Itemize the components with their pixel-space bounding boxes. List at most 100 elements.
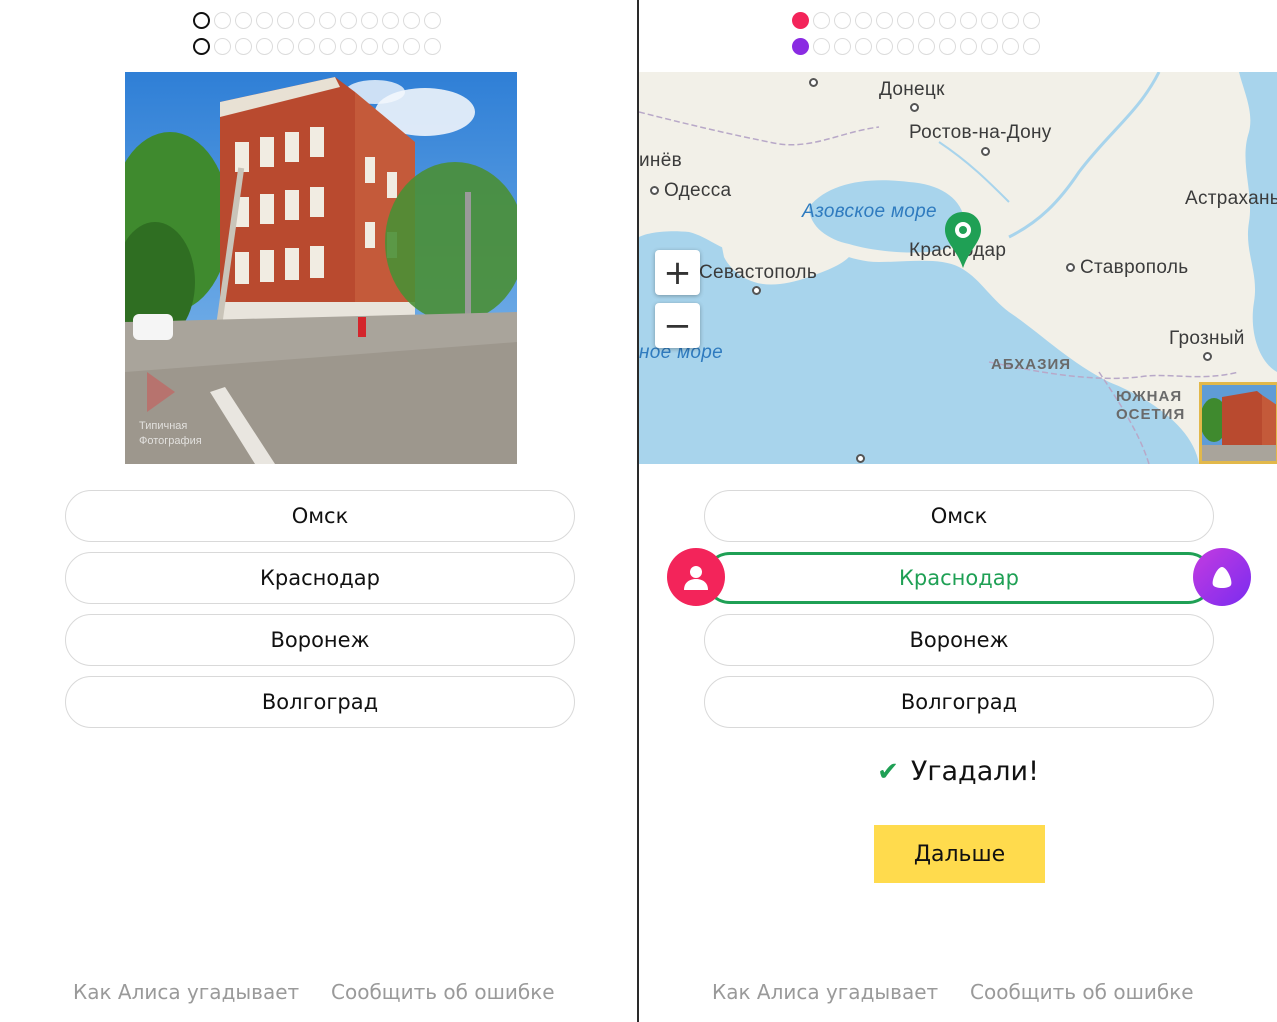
progress-dot bbox=[256, 12, 273, 29]
option-voronezh-button[interactable]: Воронеж bbox=[65, 614, 575, 666]
map-label-sevastopol: Севастополь bbox=[699, 262, 818, 283]
map-label-south-ossetia-1: ЮЖНАЯ bbox=[1116, 388, 1183, 405]
progress-dot bbox=[939, 38, 956, 55]
progress-dot bbox=[361, 38, 378, 55]
watermark-text-1: Типичная bbox=[139, 420, 187, 432]
progress-dot bbox=[834, 12, 851, 29]
map-label-astrakhan: Астрахань bbox=[1185, 188, 1277, 209]
progress-dot bbox=[876, 38, 893, 55]
progress-dot bbox=[403, 12, 420, 29]
map-label-rostov: Ростов-на-Дону bbox=[909, 122, 1052, 143]
progress-dot bbox=[813, 12, 830, 29]
zoom-in-button[interactable]: + bbox=[655, 250, 700, 295]
progress-dot bbox=[319, 12, 336, 29]
progress-dot bbox=[235, 12, 252, 29]
zoom-out-button[interactable]: − bbox=[655, 303, 700, 348]
progress-dot bbox=[298, 38, 315, 55]
report-error-link[interactable]: Сообщить об ошибке bbox=[970, 980, 1194, 1004]
progress-dot-current bbox=[792, 12, 809, 29]
question-screen: Типичная Фотография Омск Краснодар Ворон… bbox=[0, 0, 638, 1022]
progress-dot bbox=[1023, 12, 1040, 29]
progress-dot bbox=[1023, 38, 1040, 55]
progress-dot bbox=[214, 12, 231, 29]
report-error-link[interactable]: Сообщить об ошибке bbox=[331, 980, 555, 1004]
progress-dot bbox=[960, 12, 977, 29]
progress-dot bbox=[855, 38, 872, 55]
progress-dot bbox=[277, 12, 294, 29]
progress-dot bbox=[834, 38, 851, 55]
city-marker bbox=[910, 103, 919, 112]
progress-dot bbox=[235, 38, 252, 55]
progress-dot bbox=[897, 12, 914, 29]
alice-avatar-icon bbox=[1193, 548, 1251, 606]
city-marker bbox=[809, 78, 818, 87]
progress-dot bbox=[813, 38, 830, 55]
location-pin-icon bbox=[943, 210, 983, 270]
result-message: ✔ Угадали! bbox=[639, 756, 1277, 787]
progress-dot bbox=[897, 38, 914, 55]
watermark-text-2: Фотография bbox=[139, 435, 202, 447]
progress-dot bbox=[340, 38, 357, 55]
city-marker bbox=[650, 186, 659, 195]
option-omsk-button[interactable]: Омск bbox=[65, 490, 575, 542]
next-button[interactable]: Дальше bbox=[874, 825, 1045, 883]
city-marker bbox=[856, 454, 865, 463]
option-voronezh-button[interactable]: Воронеж bbox=[704, 614, 1214, 666]
city-marker bbox=[1066, 263, 1075, 272]
map-label-donetsk: Донецк bbox=[879, 79, 945, 100]
progress-dot bbox=[382, 12, 399, 29]
progress-dot bbox=[361, 12, 378, 29]
progress-row-alice bbox=[639, 38, 1237, 55]
progress-dot bbox=[319, 38, 336, 55]
progress-dot bbox=[214, 38, 231, 55]
user-avatar-icon bbox=[667, 548, 725, 606]
progress-dot-current bbox=[193, 38, 210, 55]
map-view[interactable]: Донецк Ростов-на-Дону инёв Одесса Астрах… bbox=[639, 72, 1277, 464]
progress-dot bbox=[424, 38, 441, 55]
answer-screen: Донецк Ростов-на-Дону инёв Одесса Астрах… bbox=[639, 0, 1277, 1022]
map-label-grozny: Грозный bbox=[1169, 328, 1245, 349]
progress-dot bbox=[876, 12, 893, 29]
progress-dot bbox=[855, 12, 872, 29]
progress-dot bbox=[960, 38, 977, 55]
city-marker bbox=[1203, 352, 1212, 361]
progress-dot bbox=[1002, 12, 1019, 29]
progress-dot-current bbox=[193, 12, 210, 29]
progress-row-user bbox=[639, 12, 1237, 29]
option-omsk-button[interactable]: Омск bbox=[704, 490, 1214, 542]
map-label-stavropol: Ставрополь bbox=[1080, 257, 1189, 278]
progress-dot bbox=[981, 12, 998, 29]
option-volgograd-button[interactable]: Волгоград bbox=[704, 676, 1214, 728]
progress-dot bbox=[918, 12, 935, 29]
street-photo: Типичная Фотография bbox=[125, 72, 517, 464]
progress-dot-current bbox=[792, 38, 809, 55]
progress-dot bbox=[939, 12, 956, 29]
progress-dot bbox=[382, 38, 399, 55]
progress-row-user bbox=[0, 12, 638, 29]
progress-dot bbox=[340, 12, 357, 29]
photo-thumbnail[interactable] bbox=[1199, 382, 1277, 464]
progress-dot bbox=[1002, 38, 1019, 55]
progress-dot bbox=[403, 38, 420, 55]
how-alice-guesses-link[interactable]: Как Алиса угадывает bbox=[712, 980, 938, 1004]
map-label-azov-sea: Азовское море bbox=[802, 201, 937, 222]
option-volgograd-button[interactable]: Волгоград bbox=[65, 676, 575, 728]
city-marker bbox=[981, 147, 990, 156]
how-alice-guesses-link[interactable]: Как Алиса угадывает bbox=[73, 980, 299, 1004]
progress-dot bbox=[256, 38, 273, 55]
progress-dot bbox=[298, 12, 315, 29]
progress-dot bbox=[424, 12, 441, 29]
map-label-south-ossetia-2: ОСЕТИЯ bbox=[1116, 406, 1186, 423]
checkmark-icon: ✔ bbox=[877, 756, 899, 787]
map-label-kishinev: инёв bbox=[639, 150, 682, 171]
option-krasnodar-button-correct[interactable]: Краснодар bbox=[704, 552, 1214, 604]
map-label-abkhazia: АБХАЗИЯ bbox=[991, 356, 1072, 373]
progress-dot bbox=[918, 38, 935, 55]
progress-dot bbox=[277, 38, 294, 55]
progress-dot bbox=[981, 38, 998, 55]
progress-row-alice bbox=[0, 38, 638, 55]
result-text: Угадали! bbox=[910, 756, 1039, 787]
option-krasnodar-button[interactable]: Краснодар bbox=[65, 552, 575, 604]
map-label-odessa: Одесса bbox=[664, 180, 732, 201]
city-marker bbox=[752, 286, 761, 295]
